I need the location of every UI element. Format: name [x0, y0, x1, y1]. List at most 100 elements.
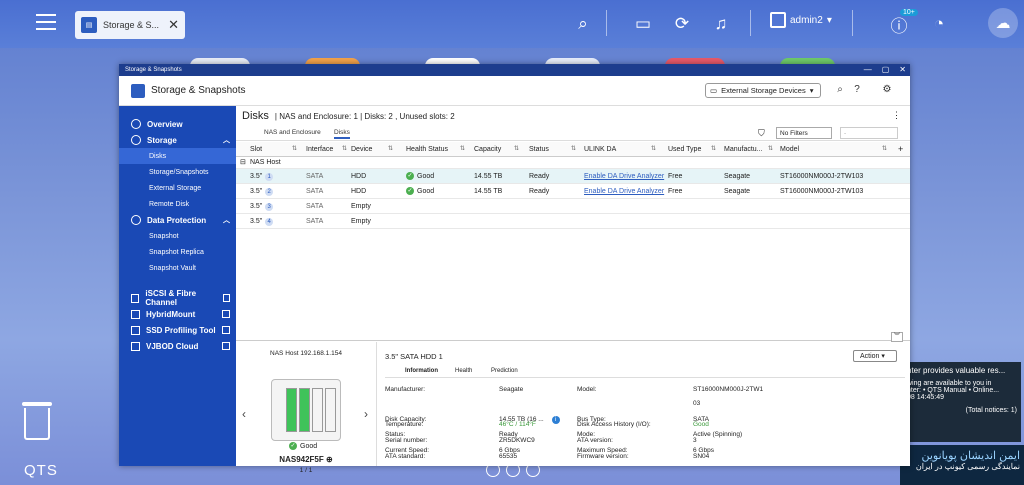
sort-icon[interactable]: ⇅	[651, 142, 656, 157]
cell-interface: SATA	[306, 218, 324, 225]
bell-icon[interactable]: ♫	[710, 13, 732, 35]
background-task-icon[interactable]: ▭	[632, 13, 654, 35]
col-used-type[interactable]: Used Type	[668, 142, 701, 157]
table-row[interactable]: 3.5" 4 SATA Empty	[236, 214, 910, 229]
cell-interface: SATA	[306, 203, 324, 210]
sort-icon[interactable]: ⇅	[768, 142, 773, 157]
notification-badge: 10+	[900, 9, 918, 16]
close-icon[interactable]: ✕	[899, 65, 906, 74]
sidebar-group-storage[interactable]: Storage ︿	[119, 132, 236, 148]
task-tab-label: Storage & S...	[103, 20, 160, 30]
sort-icon[interactable]: ⇅	[460, 142, 465, 157]
maximize-icon[interactable]: ▢	[882, 65, 890, 74]
main-menu-icon[interactable]	[36, 14, 56, 32]
gear-icon[interactable]: ⚙	[881, 84, 893, 96]
info-icon[interactable]: i	[551, 416, 560, 424]
sidebar-group-data-protection[interactable]: Data Protection ︿	[119, 212, 236, 228]
help-icon[interactable]: ?	[851, 84, 863, 96]
cell-health: ✓ Good	[406, 184, 434, 199]
more-icon[interactable]: ⋮	[892, 110, 901, 121]
col-model[interactable]: Model	[780, 142, 799, 157]
table-row[interactable]: 3.5" 3 SATA Empty	[236, 199, 910, 214]
sidebar-item-overview[interactable]: Overview	[119, 116, 236, 132]
sort-icon[interactable]: ⇅	[342, 142, 347, 157]
notification-icon[interactable]: ⓘ	[888, 13, 910, 36]
cell-status: Ready	[529, 173, 550, 180]
trash-icon[interactable]	[22, 402, 52, 442]
tab-health[interactable]: Health	[455, 368, 472, 374]
external-storage-dropdown[interactable]: ▭ External Storage Devices ▾	[705, 83, 821, 98]
dashboard-icon[interactable]: ◔	[928, 13, 950, 35]
action-button[interactable]: Action ▾	[853, 350, 897, 362]
nas-device-image[interactable]	[271, 379, 341, 441]
search-icon[interactable]: ⌕	[572, 13, 594, 35]
detail-value: Active (Spinning)	[693, 431, 743, 438]
enable-da-link[interactable]: Enable DA Drive Analyzer	[584, 184, 664, 199]
filter-icon[interactable]: ⛉	[758, 128, 765, 139]
sort-icon[interactable]: ⇅	[882, 142, 887, 157]
sidebar-item-hybridmount[interactable]: HybridMount	[119, 306, 236, 322]
chevron-down-icon[interactable]: ︾	[891, 332, 903, 342]
table-row[interactable]: 3.5" 1 SATA HDD ✓ Good 14.55 TB Ready Enab…	[236, 169, 910, 184]
task-tab-storage[interactable]: ▤ Storage & S... ✕	[75, 11, 185, 39]
sort-icon[interactable]: ⇅	[711, 142, 716, 157]
cell-device: HDD	[351, 188, 367, 195]
chevron-left-icon[interactable]: ‹	[242, 407, 246, 421]
col-capacity[interactable]: Capacity	[474, 142, 501, 157]
col-slot[interactable]: Slot	[250, 142, 262, 157]
sidebar-item-disks[interactable]: Disks	[119, 148, 236, 164]
sidebar-item-remote-disk[interactable]: Remote Disk	[119, 196, 236, 212]
notification-popup[interactable]: nter provides valuable res... wing are a…	[903, 362, 1021, 442]
tab-prediction[interactable]: Prediction	[491, 368, 518, 374]
tab-information[interactable]: Information	[405, 368, 438, 374]
add-column-icon[interactable]: +	[898, 142, 903, 157]
minimize-icon[interactable]: —	[864, 65, 872, 74]
window-titlebar[interactable]: Storage & Snapshots	[119, 64, 910, 76]
search-icon[interactable]: ⌕	[834, 84, 846, 96]
sort-icon[interactable]: ⇅	[571, 142, 576, 157]
col-health[interactable]: Health Status	[406, 142, 448, 157]
sidebar-item-snapshot-replica[interactable]: Snapshot Replica	[119, 244, 236, 260]
divider	[606, 10, 607, 36]
col-device[interactable]: Device	[351, 142, 372, 157]
sidebar-item-storage-snapshots[interactable]: Storage/Snapshots	[119, 164, 236, 180]
sort-icon[interactable]: ⇅	[388, 142, 393, 157]
chevron-up-icon: ︿	[223, 217, 230, 224]
col-ulink[interactable]: ULINK DA	[584, 142, 616, 157]
table-row[interactable]: 3.5" 2 SATA HDD ✓ Good 14.55 TB Ready Enab…	[236, 184, 910, 199]
col-interface[interactable]: Interface	[306, 142, 333, 157]
cloud-icon[interactable]: ☁	[988, 8, 1018, 38]
cell-interface: SATA	[306, 188, 324, 195]
sort-icon[interactable]: ⇅	[514, 142, 519, 157]
tab-disks[interactable]: Disks	[334, 129, 350, 139]
sidebar-item-iscsi[interactable]: iSCSI & Fibre Channel	[119, 289, 236, 307]
sidebar-item-external-storage[interactable]: External Storage	[119, 180, 236, 196]
disk-bay[interactable]	[286, 388, 297, 432]
sort-icon[interactable]: ⇅	[292, 142, 297, 157]
health-text: Good	[417, 188, 435, 195]
enable-da-link[interactable]: Enable DA Drive Analyzer	[584, 169, 664, 184]
close-icon[interactable]: ✕	[168, 17, 179, 33]
sidebar-item-snapshot-vault[interactable]: Snapshot Vault	[119, 260, 236, 276]
collapse-icon[interactable]: ⊟	[240, 157, 246, 169]
disk-bay[interactable]	[299, 388, 310, 432]
sidebar-label: iSCSI & Fibre Channel	[145, 289, 197, 307]
chevron-up-icon: ︿	[223, 137, 230, 144]
check-icon: ✓	[406, 172, 414, 181]
tab-nas-enclosure[interactable]: NAS and Enclosure	[264, 129, 321, 136]
disk-bay[interactable]	[325, 388, 336, 432]
filter-value-select[interactable]: -	[840, 127, 898, 139]
sidebar-item-ssd-profiling[interactable]: SSD Profiling Tool	[119, 322, 236, 338]
chevron-right-icon[interactable]: ›	[364, 407, 368, 421]
sidebar-item-vjbod[interactable]: VJBOD Cloud	[119, 338, 236, 354]
disk-bay[interactable]	[312, 388, 323, 432]
filter-select[interactable]: No Filters	[776, 127, 832, 139]
user-menu[interactable]: admin2 ▾	[770, 12, 832, 28]
sync-icon[interactable]: ⟳	[671, 13, 693, 35]
col-status[interactable]: Status	[529, 142, 549, 157]
col-manufacturer[interactable]: Manufactu...	[724, 142, 763, 157]
detail-value: 46°C / 114°F	[499, 421, 536, 428]
zoom-icon[interactable]: ⊕	[326, 455, 333, 464]
sidebar-item-snapshot[interactable]: Snapshot	[119, 228, 236, 244]
group-row[interactable]: ⊟ NAS Host	[236, 157, 910, 169]
